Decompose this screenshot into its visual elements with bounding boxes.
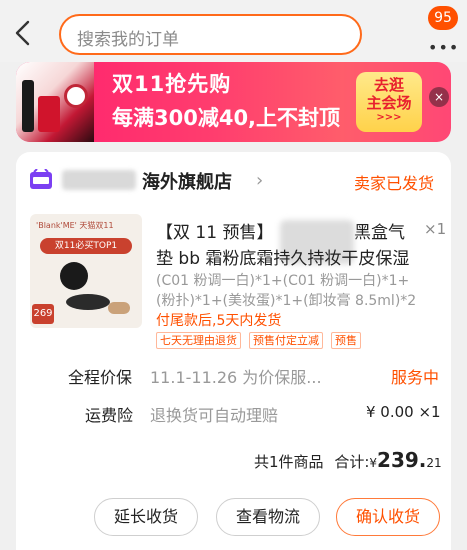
product-title-line2[interactable]: 垫 bb 霜粉底霜持久持妆干皮保湿 [156,244,409,269]
thumb-price: 269 [32,304,54,324]
shipping-insurance-value: 退换货可自动理赔 [150,406,279,425]
banner-cta-line2: 主会场 [366,94,412,112]
more-dots-icon: ••• [428,38,460,57]
total-amount-int: 239. [377,448,427,472]
back-arrow-icon[interactable] [12,20,36,46]
confirm-receipt-button[interactable]: 确认收货 [336,498,440,536]
tag-presale-discount: 预售付定立减 [249,332,323,349]
banner-title: 双11抢先购 [112,72,232,96]
shop-header[interactable]: 海外旗舰店 › 卖家已发货 [16,164,451,196]
product-quantity: ×1 [424,220,447,238]
price-protect-value[interactable]: 11.1-11.26 为价保服... [150,364,322,388]
tag-presale: 预售 [331,332,361,349]
banner-cta-arrows: >>> [376,112,402,123]
total-currency: ¥ [369,456,378,470]
banner-main-venue-button[interactable]: 去逛 主会场 >>> [356,72,422,132]
product-thumbnail[interactable]: 'Blank'ME' 天猫双11 双11必买TOP1 269 [30,214,142,328]
top-bar: 搜索我的订单 ••• 95 [0,0,467,62]
search-placeholder: 搜索我的订单 [77,30,179,50]
shipping-insurance-price: ¥ 0.00 ×1 [366,403,441,421]
product-sku-line2: (粉扑)*1+(美妆蛋)*1+(卸妆膏 8.5ml)*2 [156,293,417,309]
product-title-line1b[interactable]: 黑盒气 [354,218,405,243]
message-count-badge: 95 [428,6,458,30]
order-status: 卖家已发货 [354,174,435,193]
order-total: 共1件商品 合计:¥239.21 [254,448,442,472]
banner-cta-line1: 去逛 [373,76,404,94]
service-tags: 七天无理由退货 预售付定立减 预售 [156,332,369,350]
total-label: 合计: [334,453,370,471]
shipping-insurance-label: 运费险 [85,406,134,425]
chevron-right-icon: › [256,170,264,191]
tag-seven-day-return: 七天无理由退货 [156,332,241,349]
view-logistics-button[interactable]: 查看物流 [216,498,320,536]
product-title-line1a[interactable]: 【双 11 预售】 [156,218,273,243]
banner-close-icon[interactable]: × [429,87,449,107]
banner-subtitle: 每满300减40,上不封顶 [112,106,341,130]
tmall-global-icon [30,168,52,191]
promo-banner[interactable]: 双11抢先购 每满300减40,上不封顶 去逛 主会场 >>> × [16,62,451,142]
price-protect-label: 全程价保 [68,368,133,387]
shop-name: 海外旗舰店 [142,172,232,193]
total-amount-dec: 21 [426,456,442,470]
banner-cosmetics-image [16,62,94,142]
blurred-shop-prefix [62,170,136,190]
order-card: 海外旗舰店 › 卖家已发货 'Blank'ME' 天猫双11 双11必买TOP1… [16,152,451,550]
search-input[interactable]: 搜索我的订单 [59,14,362,55]
thumb-brand: 'Blank'ME' 天猫双11 [36,221,114,230]
extend-receipt-button[interactable]: 延长收货 [94,498,198,536]
product-sku-line1: (C01 粉调一白)*1+(C01 粉调一白)*1+ [156,273,410,289]
item-count: 共1件商品 [254,453,324,471]
thumb-pill: 双11必买TOP1 [40,238,132,254]
price-protect-status[interactable]: 服务中 [391,364,439,388]
shipping-note: 付尾款后,5天内发货 [156,313,282,329]
